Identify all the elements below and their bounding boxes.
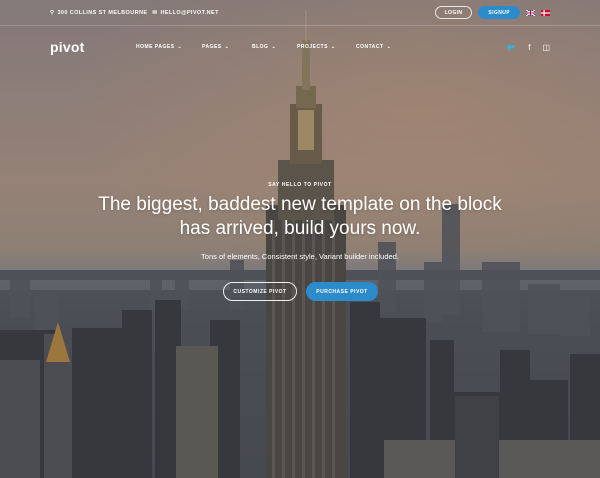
nav-item-label: PROJECTS (297, 44, 328, 50)
site-logo[interactable]: pivot (50, 39, 136, 55)
hero-eyebrow: SAY HELLO TO PIVOT (268, 182, 332, 188)
headline-line-1: The biggest, baddest new template on the… (98, 194, 502, 215)
denmark-flag-icon[interactable] (541, 9, 550, 16)
twitter-icon[interactable]: 🐦 (506, 43, 516, 52)
nav-item-projects[interactable]: PROJECTS ⌄ (297, 44, 356, 50)
instagram-icon[interactable]: ◫ (542, 43, 550, 52)
signup-button[interactable]: SIGNUP (478, 6, 520, 19)
headline-line-2: has arrived, build yours now. (179, 218, 421, 239)
nav-menu: HOME PAGES ⌄ PAGES ⌄ BLOG ⌄ PROJECTS ⌄ C… (136, 44, 406, 50)
location-pin-icon: ⚲ (50, 9, 55, 16)
purchase-pivot-button[interactable]: PURCHASE PIVOT (306, 282, 378, 301)
facebook-icon[interactable]: f (528, 43, 530, 52)
chevron-down-icon: ⌄ (224, 44, 230, 50)
chevron-down-icon: ⌄ (386, 44, 392, 50)
social-links: 🐦 f ◫ (506, 43, 550, 52)
nav-item-contact[interactable]: CONTACT ⌄ (356, 44, 406, 50)
hero-subtext: Tons of elements, Consistent style, Vari… (201, 252, 399, 261)
topbar-actions: LOGIN SIGNUP (434, 6, 550, 19)
chevron-down-icon: ⌄ (330, 44, 336, 50)
address-text: 300 COLLINS ST MELBOURNE (57, 9, 148, 16)
nav-item-label: HOME PAGES (136, 44, 175, 50)
contact-info: ⚲ 300 COLLINS ST MELBOURNE ✉ HELLO@PIVOT… (50, 10, 219, 16)
email-link[interactable]: HELLO@PIVOT.NET (160, 10, 218, 16)
hero-headline: The biggest, baddest new template on the… (0, 193, 600, 241)
nav-item-home-pages[interactable]: HOME PAGES ⌄ (136, 44, 202, 50)
nav-item-pages[interactable]: PAGES ⌄ (202, 44, 252, 50)
nav-item-blog[interactable]: BLOG ⌄ (252, 44, 297, 50)
topbar: ⚲ 300 COLLINS ST MELBOURNE ✉ HELLO@PIVOT… (0, 0, 600, 26)
uk-flag-icon[interactable] (525, 9, 536, 16)
nav-item-label: CONTACT (356, 44, 384, 50)
customize-pivot-button[interactable]: CUSTOMIZE PIVOT (223, 282, 297, 301)
chevron-down-icon: ⌄ (177, 44, 183, 50)
login-button[interactable]: LOGIN (434, 6, 473, 19)
nav-item-label: PAGES (202, 44, 222, 50)
email-icon: ✉ (152, 9, 158, 16)
chevron-down-icon: ⌄ (271, 44, 277, 50)
main-nav: pivot HOME PAGES ⌄ PAGES ⌄ BLOG ⌄ PROJEC… (0, 26, 600, 68)
nav-item-label: BLOG (252, 44, 269, 50)
